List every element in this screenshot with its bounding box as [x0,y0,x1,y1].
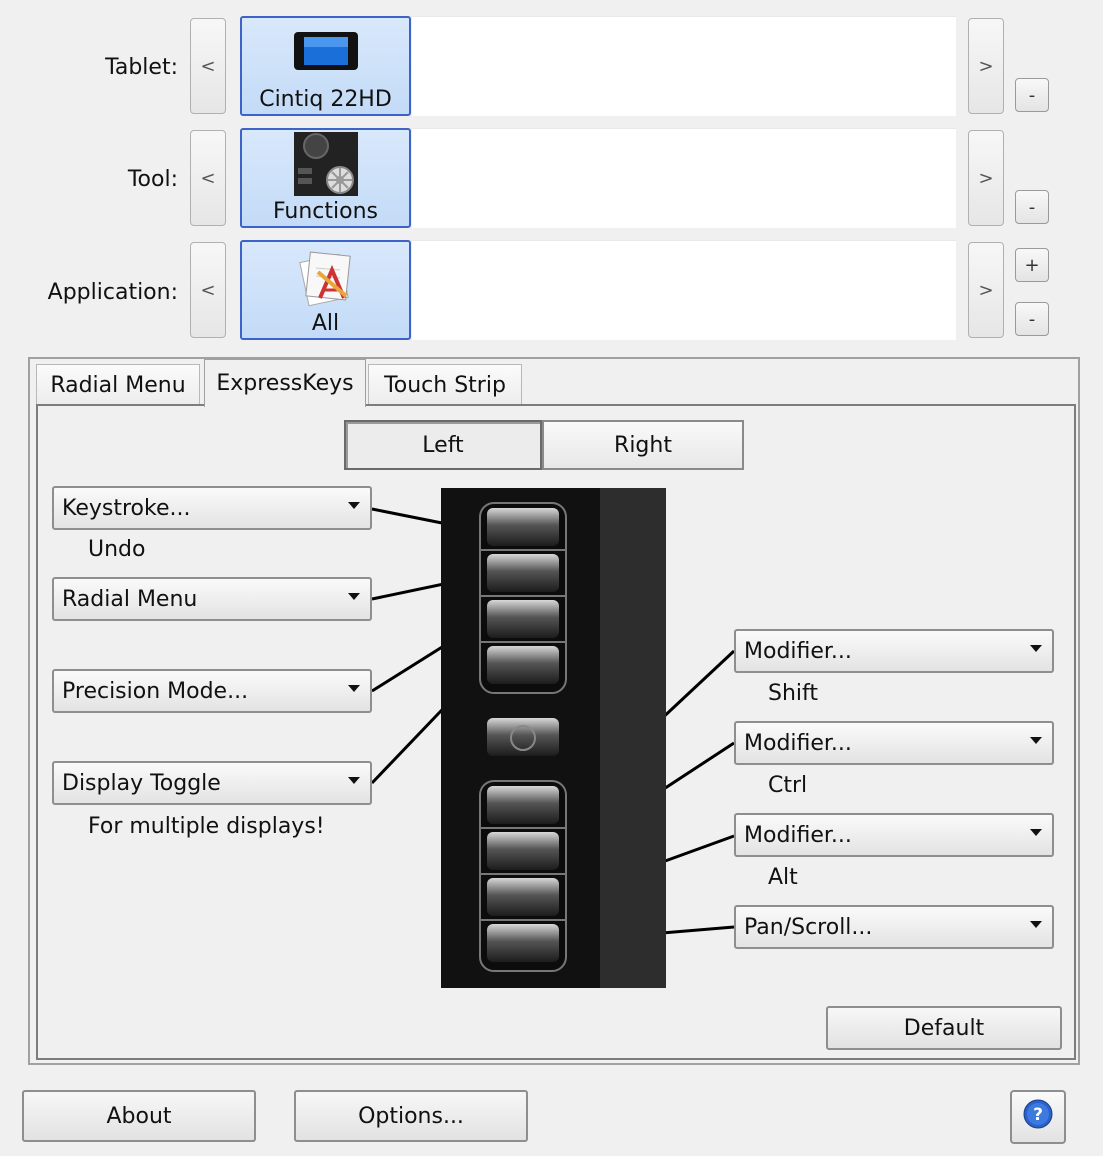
expresskey-6-description: Ctrl [768,773,808,798]
chevron-down-icon [1030,737,1042,744]
expresskey-1-value: Keystroke... [62,495,191,521]
expresskey-3-value: Precision Mode... [62,678,249,704]
chevron-down-icon [1030,645,1042,652]
chevron-down-icon [1030,829,1042,836]
expresskey-5-dropdown[interactable]: Modifier... [734,629,1054,673]
default-button[interactable]: Default [826,1006,1062,1050]
expresskey-1-description: Undo [88,537,146,562]
expresskey-3-dropdown[interactable]: Precision Mode... [52,669,372,713]
expresskey-4-value: Display Toggle [62,770,221,796]
expresskey-1-dropdown[interactable]: Keystroke... [52,486,372,530]
expresskey-6-value: Modifier... [744,730,852,756]
expresskey-5-value: Modifier... [744,638,852,664]
expresskey-7-dropdown[interactable]: Modifier... [734,813,1054,857]
options-button[interactable]: Options... [294,1090,528,1142]
help-icon: ? [1023,1099,1053,1135]
expresskey-8-dropdown[interactable]: Pan/Scroll... [734,905,1054,949]
chevron-down-icon [348,777,360,784]
expresskey-2-value: Radial Menu [62,586,198,612]
help-button[interactable]: ? [1010,1090,1066,1144]
expresskey-5-description: Shift [768,681,819,706]
chevron-down-icon [348,685,360,692]
chevron-down-icon [348,502,360,509]
about-button[interactable]: About [22,1090,256,1142]
tab-expresskeys[interactable]: ExpressKeys [204,359,366,407]
chevron-down-icon [348,593,360,600]
expresskey-4-dropdown[interactable]: Display Toggle [52,761,372,805]
expresskey-7-value: Modifier... [744,822,852,848]
expresskey-4-description: For multiple displays! [88,814,325,839]
chevron-down-icon [1030,921,1042,928]
expresskey-7-description: Alt [768,865,798,890]
expresskey-6-dropdown[interactable]: Modifier... [734,721,1054,765]
svg-text:?: ? [1033,1105,1043,1125]
expresskey-2-dropdown[interactable]: Radial Menu [52,577,372,621]
tablet-graphic [441,488,666,988]
expresskey-8-value: Pan/Scroll... [744,914,873,940]
